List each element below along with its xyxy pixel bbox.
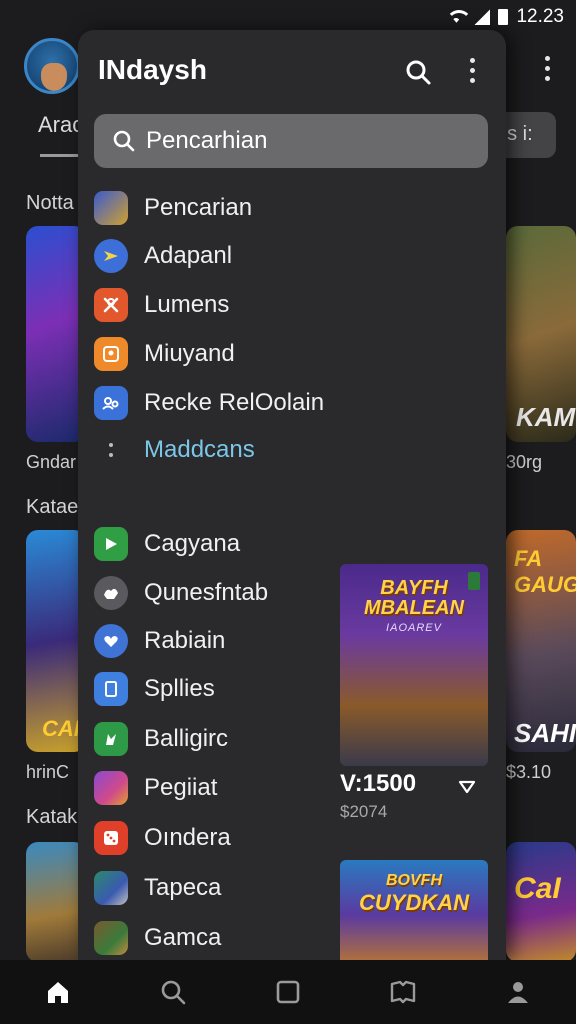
send-icon <box>94 239 128 273</box>
menu-item-label: Lumens <box>144 291 230 318</box>
card-text: SAHI <box>514 718 576 748</box>
search-icon[interactable] <box>404 58 432 86</box>
profile-icon[interactable] <box>494 968 542 1016</box>
promo-title-line: MBALEAN <box>364 597 464 619</box>
menu-item[interactable]: Qunesfntab <box>94 573 268 613</box>
game-card[interactable] <box>26 226 86 442</box>
promo-title-line: CUYDKAN <box>359 890 469 915</box>
old-price: $2074 <box>340 802 388 821</box>
flag-icon <box>94 527 128 561</box>
menu-item-label: Miuyand <box>144 340 235 367</box>
section-title: Notta <box>26 192 74 214</box>
menu-item-label: Adapanl <box>144 242 233 269</box>
promo-subtitle: IAOAREV <box>386 622 442 634</box>
square-icon[interactable] <box>264 968 312 1016</box>
chevron-down-icon[interactable] <box>458 778 476 796</box>
x-badge-icon <box>94 288 128 322</box>
promo-title-line: BOVFH <box>386 872 442 889</box>
search-icon[interactable] <box>149 968 197 1016</box>
card-text: FA GAUG <box>514 546 576 597</box>
game-thumb-icon <box>94 771 128 805</box>
menu-item-label: Recke RelOolain <box>144 389 325 416</box>
search-bar[interactable] <box>94 114 488 168</box>
app-screen: 12.23 Arac ns i: Notta Katae Katak Gndar… <box>0 0 576 1024</box>
more-vert-icon[interactable] <box>470 58 475 83</box>
search-icon <box>113 130 135 152</box>
menu-item[interactable]: Tapeca <box>94 868 221 908</box>
menu-item[interactable]: Adapanl <box>94 236 232 276</box>
menu-item-label: Oındera <box>144 824 231 851</box>
tab-indicator <box>40 154 80 157</box>
more-dots-icon <box>94 443 128 457</box>
promo-title: BAYFH MBALEAN <box>340 578 488 618</box>
menu-item-label: Qunesfntab <box>144 579 269 606</box>
menu-item[interactable]: Oındera <box>94 818 231 858</box>
game-card[interactable]: FA GAUG SAHI <box>506 530 576 752</box>
menu-item[interactable]: Pencarian <box>94 188 252 228</box>
menu-item-label: Pencarian <box>144 194 253 221</box>
menu-item-label: Tapeca <box>144 874 222 901</box>
menu-item[interactable]: Rabiain <box>94 621 225 661</box>
menu-item-label: Gamca <box>144 924 222 951</box>
card-text: CaI <box>514 872 561 905</box>
section-title: Katak <box>26 806 78 828</box>
promo-title: BOVFH CUYDKAN <box>340 870 488 914</box>
more-label: Maddcans <box>144 436 255 463</box>
menu-item[interactable]: Lumens <box>94 285 229 325</box>
card-caption: 30rg <box>506 452 543 472</box>
menu-item-label: Rabiain <box>144 627 226 654</box>
promo-card[interactable]: BOVFH CUYDKAN <box>340 860 488 960</box>
status-time: 12.23 <box>516 6 564 27</box>
avatar[interactable] <box>24 38 80 94</box>
menu-item-label: Balligirc <box>144 725 229 752</box>
menu-item[interactable]: Recke RelOolain <box>94 383 324 423</box>
bg-tab-label[interactable]: Arac <box>38 112 83 138</box>
battery-icon <box>498 9 509 25</box>
card-text: KAM <box>516 402 576 432</box>
price: V:1500 <box>340 770 417 797</box>
card-caption: Gndar <box>26 452 77 472</box>
section-title: Katae <box>26 496 79 518</box>
game-card[interactable]: CAI <box>26 530 86 752</box>
home-icon[interactable] <box>34 968 82 1016</box>
card-text: CAI <box>42 716 80 741</box>
search-input[interactable] <box>146 127 466 155</box>
signal-icon <box>474 9 491 25</box>
more-item[interactable]: Maddcans <box>94 430 255 470</box>
heart-icon <box>94 624 128 658</box>
navigation-drawer: INdaysh Pencarian Adapanl <box>78 30 506 960</box>
menu-item[interactable]: Cagyana <box>94 524 240 564</box>
wifi-icon <box>446 10 473 24</box>
people-icon <box>94 386 128 420</box>
menu-item-label: Cagyana <box>144 530 241 557</box>
more-vert-icon[interactable] <box>544 56 550 84</box>
game-card[interactable]: CaI <box>506 842 576 962</box>
menu-item[interactable]: Spllies <box>94 669 215 709</box>
menu-item-label: Pegiiat <box>144 774 218 801</box>
dice-icon <box>94 821 128 855</box>
promo-title-line: BAYFH <box>380 577 448 599</box>
game-thumb-icon <box>94 191 128 225</box>
menu-item-label: Spllies <box>144 675 215 702</box>
card-caption: hrinC <box>26 762 70 782</box>
game-card[interactable]: KAM <box>506 226 576 442</box>
game-thumb-icon <box>94 921 128 955</box>
card-caption: $3.10 <box>506 762 552 782</box>
menu-item[interactable]: Gamca <box>94 918 221 958</box>
shapes-icon <box>94 576 128 610</box>
leaf-icon <box>94 722 128 756</box>
profile-card-icon <box>94 337 128 371</box>
promo-card[interactable]: BAYFH MBALEAN IAOAREV <box>340 564 488 766</box>
status-bar: 12.23 <box>0 0 576 34</box>
menu-item[interactable]: Pegiiat <box>94 768 217 808</box>
menu-item[interactable]: Balligirc <box>94 719 228 759</box>
drawer-title: INdaysh <box>98 54 207 85</box>
book-icon[interactable] <box>379 968 427 1016</box>
bottom-navigation <box>0 960 576 1024</box>
game-thumb-icon <box>94 871 128 905</box>
menu-item[interactable]: Miuyand <box>94 334 235 374</box>
game-card[interactable] <box>26 842 86 962</box>
document-icon <box>94 672 128 706</box>
